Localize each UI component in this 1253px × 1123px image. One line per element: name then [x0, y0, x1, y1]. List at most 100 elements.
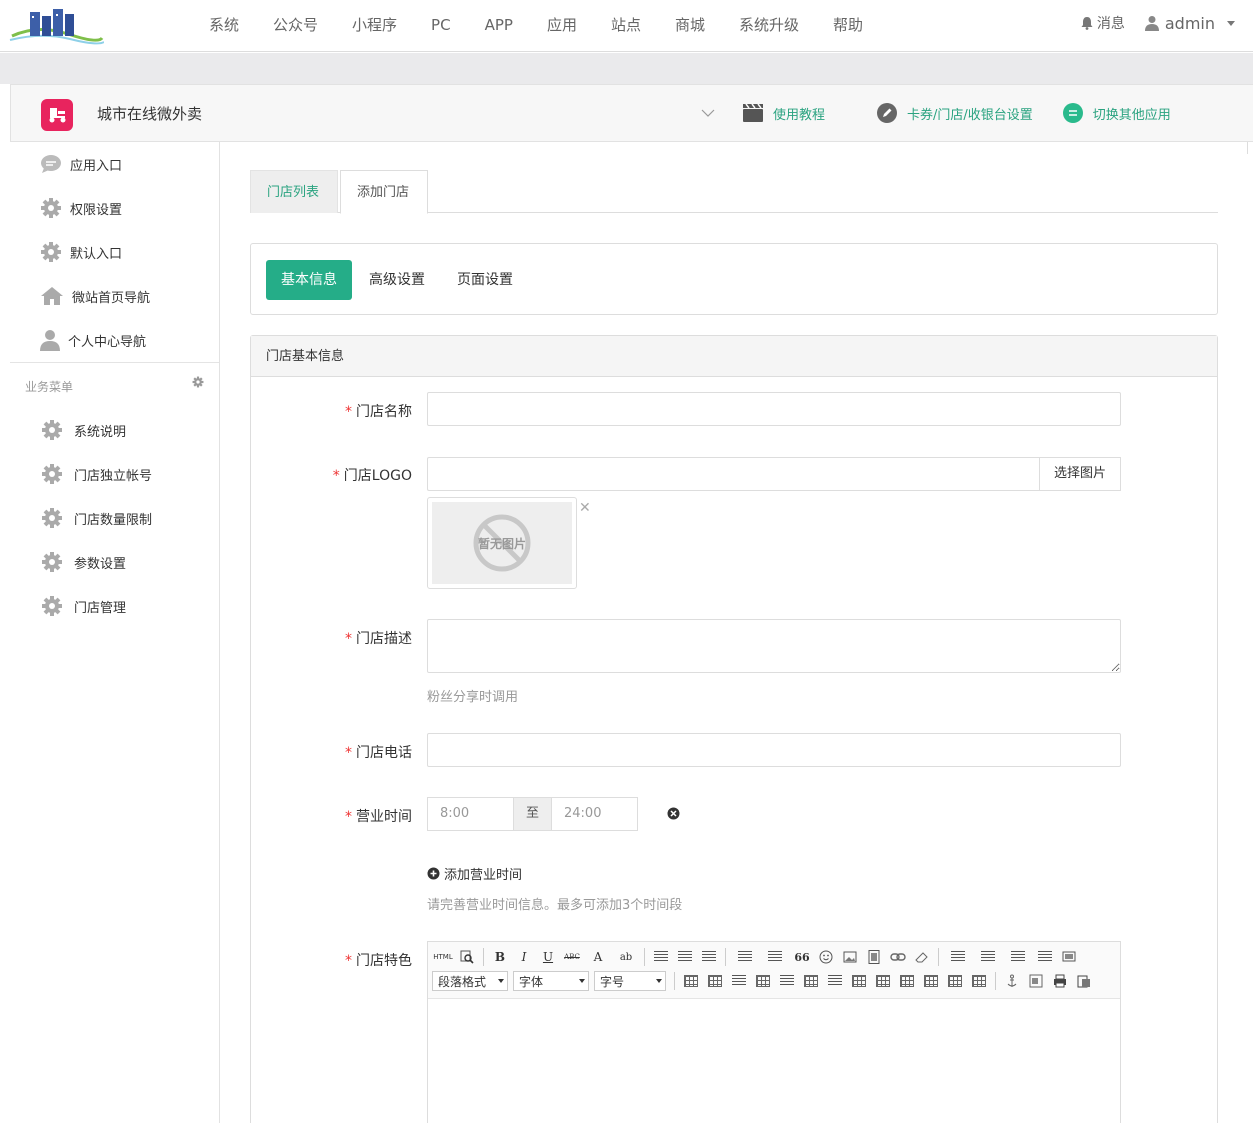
nav-item-mini-program[interactable]: 小程序 [335, 0, 414, 52]
align-right-icon[interactable] [698, 947, 720, 967]
nav-item-upgrade[interactable]: 系统升级 [722, 0, 816, 52]
insert-col-icon[interactable] [800, 971, 822, 991]
paragraph-spacing-icon[interactable] [974, 947, 1002, 967]
close-icon[interactable]: ✕ [579, 500, 591, 516]
logo-url-input[interactable] [427, 457, 1039, 491]
hours-end-input[interactable]: 24:00 [551, 797, 638, 831]
sidebar-item-store-limit[interactable]: 门店数量限制 [10, 496, 219, 540]
card-store-settings-link[interactable]: 卡券/门店/收银台设置 [877, 103, 1033, 123]
split-cells-icon[interactable] [920, 971, 942, 991]
store-desc-textarea[interactable] [427, 619, 1121, 673]
table-text-icon[interactable] [728, 971, 750, 991]
emoji-icon[interactable] [815, 947, 837, 967]
sidebar-item-default-entry[interactable]: 默认入口 [10, 230, 219, 274]
editor-content-area[interactable] [428, 999, 1120, 1123]
video-icon[interactable] [863, 947, 885, 967]
chevron-down-icon[interactable] [701, 106, 715, 120]
toolbar-row-2: 段落格式 字体 字号 [432, 969, 1116, 993]
required-marker: * [332, 468, 340, 484]
strikethrough-button[interactable]: ABC [561, 947, 583, 967]
store-phone-input[interactable] [427, 733, 1121, 767]
gear-icon[interactable] [192, 376, 204, 388]
table-row-before-icon[interactable] [704, 971, 726, 991]
switch-app-link[interactable]: 切换其他应用 [1062, 103, 1171, 123]
subtab-basic-info[interactable]: 基本信息 [266, 260, 352, 300]
store-name-input[interactable] [427, 392, 1121, 426]
nav-item-mall[interactable]: 商城 [658, 0, 722, 52]
tab-add-store[interactable]: 添加门店 [340, 170, 428, 214]
messages-link[interactable]: 消息 [1081, 13, 1125, 33]
highlight-button[interactable]: ab [613, 947, 639, 967]
html-source-button[interactable]: HTML [432, 947, 454, 967]
align-left-icon[interactable] [650, 947, 672, 967]
insert-table-icon[interactable] [680, 971, 702, 991]
font-size-select[interactable]: 字号 [594, 971, 666, 991]
anchor-icon[interactable] [1001, 971, 1023, 991]
align-center-icon[interactable] [674, 947, 696, 967]
print-icon[interactable] [1049, 971, 1071, 991]
underline-button[interactable]: U [537, 947, 559, 967]
insert-row-icon[interactable] [752, 971, 774, 991]
remove-circle-icon[interactable] [667, 807, 680, 820]
site-logo[interactable] [8, 6, 104, 46]
sidebar-item-store-management[interactable]: 门店管理 [10, 584, 219, 628]
add-business-hours-button[interactable]: 添加营业时间 [427, 864, 522, 883]
font-color-button[interactable]: A [585, 947, 611, 967]
nav-item-sites[interactable]: 站点 [594, 0, 658, 52]
nav-item-help[interactable]: 帮助 [816, 0, 880, 52]
eraser-icon[interactable] [911, 947, 933, 967]
bold-button[interactable]: B [489, 947, 511, 967]
add-business-hours-label: 添加营业时间 [444, 868, 523, 883]
nav-item-app[interactable]: APP [468, 0, 530, 52]
font-size-value: 字号 [600, 974, 625, 989]
sidebar-item-label: 系统说明 [74, 424, 127, 440]
subtab-page-settings[interactable]: 页面设置 [442, 260, 528, 300]
line-height-icon[interactable] [1004, 947, 1032, 967]
delete-col-icon[interactable] [824, 971, 846, 991]
merge-cells-icon[interactable] [848, 971, 870, 991]
tab-store-list[interactable]: 门店列表 [250, 170, 338, 213]
user-menu[interactable]: admin [1144, 14, 1235, 33]
select-image-button[interactable]: 选择图片 [1039, 457, 1121, 491]
nav-item-apps[interactable]: 应用 [530, 0, 594, 52]
hours-start-input[interactable]: 8:00 [427, 797, 514, 831]
toolbar-separator [644, 948, 645, 966]
store-phone-label: * 门店电话 [345, 742, 412, 762]
insert-image-icon[interactable] [1025, 971, 1047, 991]
paragraph-format-select[interactable]: 段落格式 [432, 971, 508, 991]
fullscreen-icon[interactable] [1058, 947, 1080, 967]
delete-row-icon[interactable] [776, 971, 798, 991]
merge-right-icon[interactable] [872, 971, 894, 991]
font-family-select[interactable]: 字体 [513, 971, 589, 991]
nav-item-official-account[interactable]: 公众号 [256, 0, 335, 52]
preview-icon[interactable] [456, 947, 478, 967]
image-icon[interactable] [839, 947, 861, 967]
blockquote-button[interactable]: 66 [791, 947, 813, 967]
link-icon[interactable] [887, 947, 909, 967]
sidebar-item-permissions[interactable]: 权限设置 [10, 186, 219, 230]
italic-button[interactable]: I [513, 947, 535, 967]
nav-item-pc[interactable]: PC [414, 0, 468, 52]
sidebar-item-store-accounts[interactable]: 门店独立帐号 [10, 452, 219, 496]
tutorial-label: 使用教程 [773, 107, 826, 123]
scrollbar[interactable] [1247, 142, 1253, 154]
chat-bubble-icon [41, 155, 61, 173]
merge-down-icon[interactable] [896, 971, 918, 991]
split-cols-icon[interactable] [968, 971, 990, 991]
indent-icon[interactable] [944, 947, 972, 967]
tutorial-link[interactable]: 使用教程 [743, 104, 825, 123]
logo-input-group: 选择图片 [427, 457, 1121, 491]
sidebar-item-profile-nav[interactable]: 个人中心导航 [10, 318, 219, 362]
paste-icon[interactable] [1073, 971, 1095, 991]
split-rows-icon[interactable] [944, 971, 966, 991]
unordered-list-icon[interactable] [761, 947, 789, 967]
nav-item-system[interactable]: 系统 [192, 0, 256, 52]
gear-icon [41, 198, 61, 218]
subtab-advanced-settings[interactable]: 高级设置 [354, 260, 440, 300]
direction-icon[interactable] [1034, 947, 1056, 967]
sidebar-item-home-nav[interactable]: 微站首页导航 [10, 274, 219, 318]
sidebar-item-system-info[interactable]: 系统说明 [10, 408, 219, 452]
sidebar-item-app-entry[interactable]: 应用入口 [10, 142, 219, 186]
ordered-list-icon[interactable] [731, 947, 759, 967]
sidebar-item-params[interactable]: 参数设置 [10, 540, 219, 584]
